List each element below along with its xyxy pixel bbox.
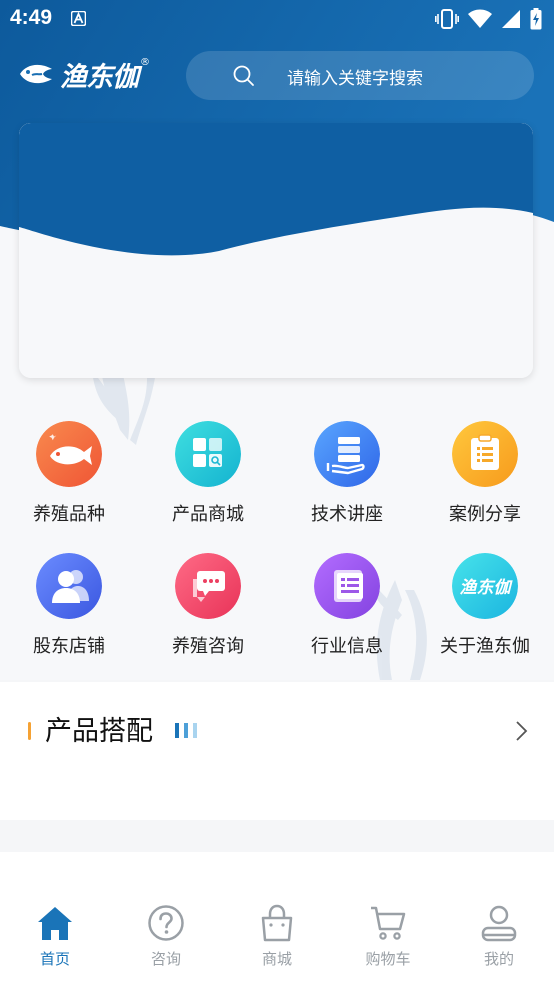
signal-icon (502, 10, 520, 28)
app-logo: 渔东伽 ® (18, 54, 150, 94)
tab-label: 首页 (39, 950, 70, 968)
notification-a-icon (71, 11, 86, 26)
user-icon (481, 905, 517, 942)
menu-label: 产品商城 (172, 504, 244, 525)
menu-label: 关于渔东伽 (440, 636, 530, 657)
section-title: 产品搭配 (45, 716, 153, 747)
clipboard-icon (452, 421, 518, 487)
brand-logo-icon: 渔东伽 (452, 553, 518, 619)
search-icon (233, 65, 254, 86)
vibrate-icon (435, 9, 459, 29)
menu-item-product-mall[interactable]: 产品商城 (139, 416, 277, 536)
logo-text: 渔东伽 (60, 61, 139, 93)
menu-item-shareholder-stores[interactable]: 股东店铺 (0, 548, 138, 668)
menu-item-case-sharing[interactable]: 案例分享 (416, 416, 554, 536)
tab-cart[interactable]: 购物车 (333, 904, 443, 974)
cart-icon (371, 906, 406, 940)
tab-consult[interactable]: 咨询 (111, 904, 221, 974)
menu-label: 养殖咨询 (172, 636, 244, 657)
chat-icon (175, 553, 241, 619)
bottom-tab-bar: 首页 咨询 商城 购物车 我的 (0, 852, 554, 984)
tab-home[interactable]: 首页 (0, 904, 110, 974)
menu-label: 股东店铺 (33, 636, 105, 657)
menu-item-industry-news[interactable]: 行业信息 (278, 548, 416, 668)
banner-carousel[interactable] (19, 123, 533, 378)
menu-item-tech-lectures[interactable]: 技术讲座 (278, 416, 416, 536)
svg-text:渔东伽: 渔东伽 (460, 578, 514, 598)
menu-label: 案例分享 (449, 504, 521, 525)
news-icon (314, 553, 380, 619)
status-time: 4:49 (10, 6, 53, 29)
tab-label: 我的 (483, 950, 514, 968)
home-icon (38, 907, 72, 940)
tab-label: 咨询 (150, 950, 181, 968)
users-icon (36, 553, 102, 619)
section-bars-decoration (175, 723, 197, 738)
menu-label: 技术讲座 (311, 504, 383, 525)
fish-icon (36, 421, 102, 487)
search-bar[interactable]: 请输入关键字搜索 (186, 51, 534, 100)
tab-label: 商城 (261, 950, 292, 968)
menu-label: 行业信息 (311, 636, 383, 657)
server-hand-icon (314, 421, 380, 487)
shopping-bag-icon (261, 904, 293, 942)
menu-item-about[interactable]: 渔东伽 关于渔东伽 (416, 548, 554, 668)
search-placeholder: 请输入关键字搜索 (287, 69, 423, 89)
logo-registered-mark: ® (140, 56, 150, 68)
status-bar: 4:49 (0, 0, 554, 40)
fish-logo-icon (20, 64, 52, 84)
tab-mall[interactable]: 商城 (222, 904, 332, 974)
menu-item-breeding-varieties[interactable]: 养殖品种 (0, 416, 138, 536)
tab-profile[interactable]: 我的 (444, 904, 554, 974)
wifi-icon (468, 9, 492, 28)
chevron-right-icon[interactable] (514, 720, 528, 742)
menu-label: 养殖品种 (33, 504, 105, 525)
product-combo-section: 产品搭配 (0, 682, 554, 820)
battery-icon (530, 8, 542, 30)
section-accent-bar (28, 722, 31, 740)
grid-search-icon (175, 421, 241, 487)
tab-label: 购物车 (365, 950, 411, 968)
banner-image (19, 123, 533, 378)
question-circle-icon (148, 905, 184, 941)
section-divider (0, 820, 554, 852)
menu-item-breeding-consult[interactable]: 养殖咨询 (139, 548, 277, 668)
